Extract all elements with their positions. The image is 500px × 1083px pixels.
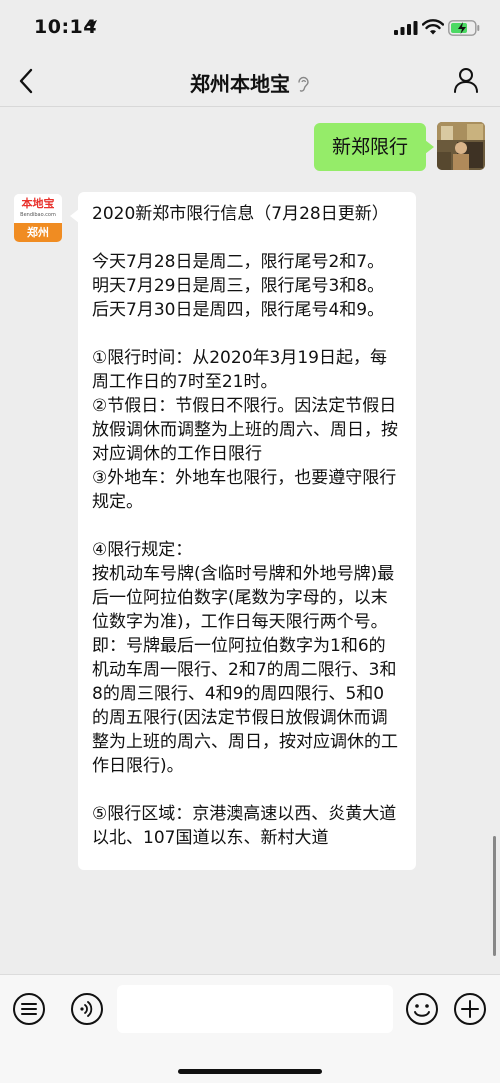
message-input[interactable] xyxy=(117,985,393,1033)
outgoing-message-bubble[interactable]: 新郑限行 xyxy=(314,123,435,171)
chat-title-wrap: 郑州本地宝 xyxy=(0,68,500,97)
voice-icon[interactable] xyxy=(70,992,104,1026)
incoming-message-bubble[interactable]: 2020新郑市限行信息（7月28日更新） 今天7月28日是周二，限行尾号2和7。… xyxy=(70,192,416,870)
chat-title: 郑州本地宝 xyxy=(190,72,290,96)
profile-icon[interactable] xyxy=(452,66,480,94)
status-bar: 10:14 xyxy=(0,0,500,56)
user-avatar[interactable] xyxy=(437,122,485,170)
keyboard-menu-icon[interactable] xyxy=(12,992,46,1026)
battery-charging-icon xyxy=(448,20,480,36)
plus-icon[interactable] xyxy=(453,992,487,1026)
input-toolbar xyxy=(0,974,500,1083)
bot-logo-url: Bendibao.com xyxy=(20,212,56,218)
chat-header: 郑州本地宝 xyxy=(0,56,500,107)
ear-icon xyxy=(298,76,309,92)
bot-city-tag: 郑州 xyxy=(14,223,62,242)
wifi-icon xyxy=(422,19,444,35)
bot-logo-text: 本地宝 xyxy=(21,197,55,210)
signal-icon xyxy=(394,21,418,35)
bot-logo: 本地宝 Bendibao.com xyxy=(14,194,62,223)
bot-avatar[interactable]: 本地宝 Bendibao.com 郑州 xyxy=(14,194,62,242)
user-avatar-photo xyxy=(437,122,485,170)
emoji-icon[interactable] xyxy=(405,992,439,1026)
home-indicator xyxy=(178,1069,322,1074)
location-arrow-icon xyxy=(85,20,97,32)
scrollbar[interactable] xyxy=(493,836,496,956)
